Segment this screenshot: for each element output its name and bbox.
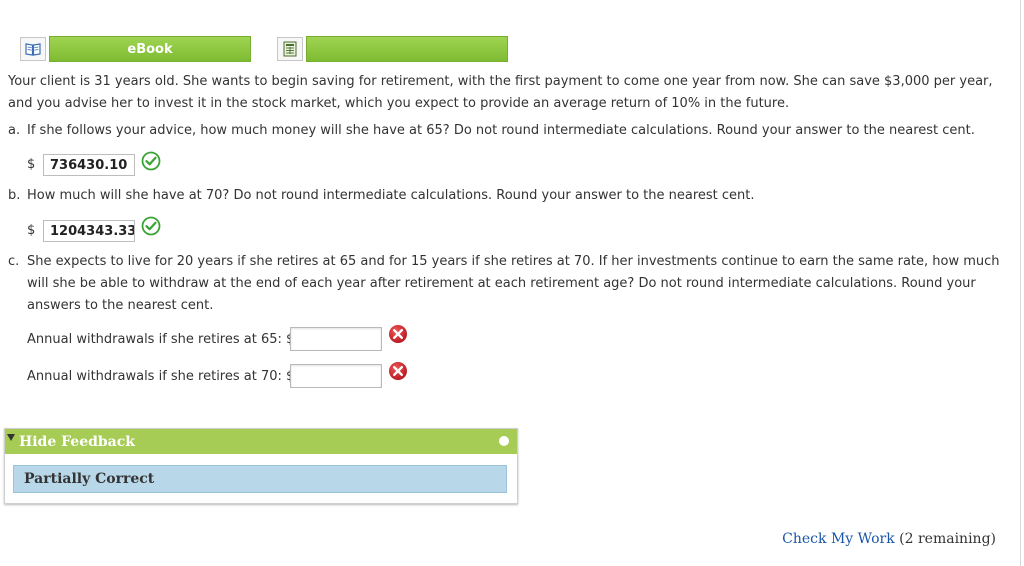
currency-symbol: $ bbox=[27, 223, 36, 238]
question-c-text: She expects to live for 20 years if she … bbox=[27, 254, 1000, 313]
incorrect-x-icon bbox=[389, 325, 407, 343]
withdrawal-70-label: Annual withdrawals if she retires at 70:… bbox=[27, 369, 295, 384]
withdrawal-70-input[interactable] bbox=[290, 364, 382, 388]
right-border bbox=[1020, 0, 1021, 566]
check-my-work-link[interactable]: Check My Work bbox=[782, 531, 895, 547]
incorrect-x-icon bbox=[389, 362, 407, 380]
question-a-text: If she follows your advice, how much mon… bbox=[27, 123, 975, 138]
worksheet-button[interactable] bbox=[306, 36, 508, 62]
question-c-letter: c. bbox=[8, 254, 20, 269]
feedback-dot-icon bbox=[499, 436, 509, 446]
correct-check-icon bbox=[141, 216, 161, 236]
question-b-text: How much will she have at 70? Do not rou… bbox=[27, 188, 755, 203]
feedback-toggle[interactable]: Hide Feedback bbox=[5, 429, 517, 454]
withdrawal-65-input[interactable] bbox=[290, 327, 382, 351]
answer-b-field[interactable]: 1204343.33 bbox=[43, 220, 135, 242]
ebook-tool[interactable]: eBook bbox=[20, 36, 251, 62]
collapse-triangle-icon bbox=[7, 434, 15, 441]
worksheet-tool[interactable] bbox=[277, 36, 508, 62]
question-a-letter: a. bbox=[8, 123, 21, 138]
ebook-label: eBook bbox=[127, 41, 173, 57]
withdrawal-70-field[interactable] bbox=[291, 365, 381, 387]
currency-symbol: $ bbox=[27, 157, 36, 172]
ebook-button[interactable]: eBook bbox=[49, 36, 251, 62]
withdrawal-65-field[interactable] bbox=[291, 328, 381, 350]
feedback-panel: Hide Feedback Partially Correct bbox=[4, 428, 518, 504]
book-icon bbox=[20, 37, 46, 61]
worksheet-icon bbox=[277, 37, 303, 61]
attempts-remaining: (2 remaining) bbox=[899, 531, 996, 547]
correct-check-icon bbox=[141, 151, 161, 171]
withdrawal-65-label: Annual withdrawals if she retires at 65:… bbox=[27, 332, 295, 347]
feedback-result-text: Partially Correct bbox=[24, 471, 155, 487]
hide-feedback-label: Hide Feedback bbox=[19, 434, 135, 450]
question-b-letter: b. bbox=[8, 188, 21, 203]
check-my-work: Check My Work (2 remaining) bbox=[782, 531, 996, 547]
answer-a-field[interactable]: 736430.10 bbox=[43, 154, 135, 176]
problem-intro: Your client is 31 years old. She wants t… bbox=[8, 74, 993, 111]
feedback-result: Partially Correct bbox=[13, 465, 507, 493]
